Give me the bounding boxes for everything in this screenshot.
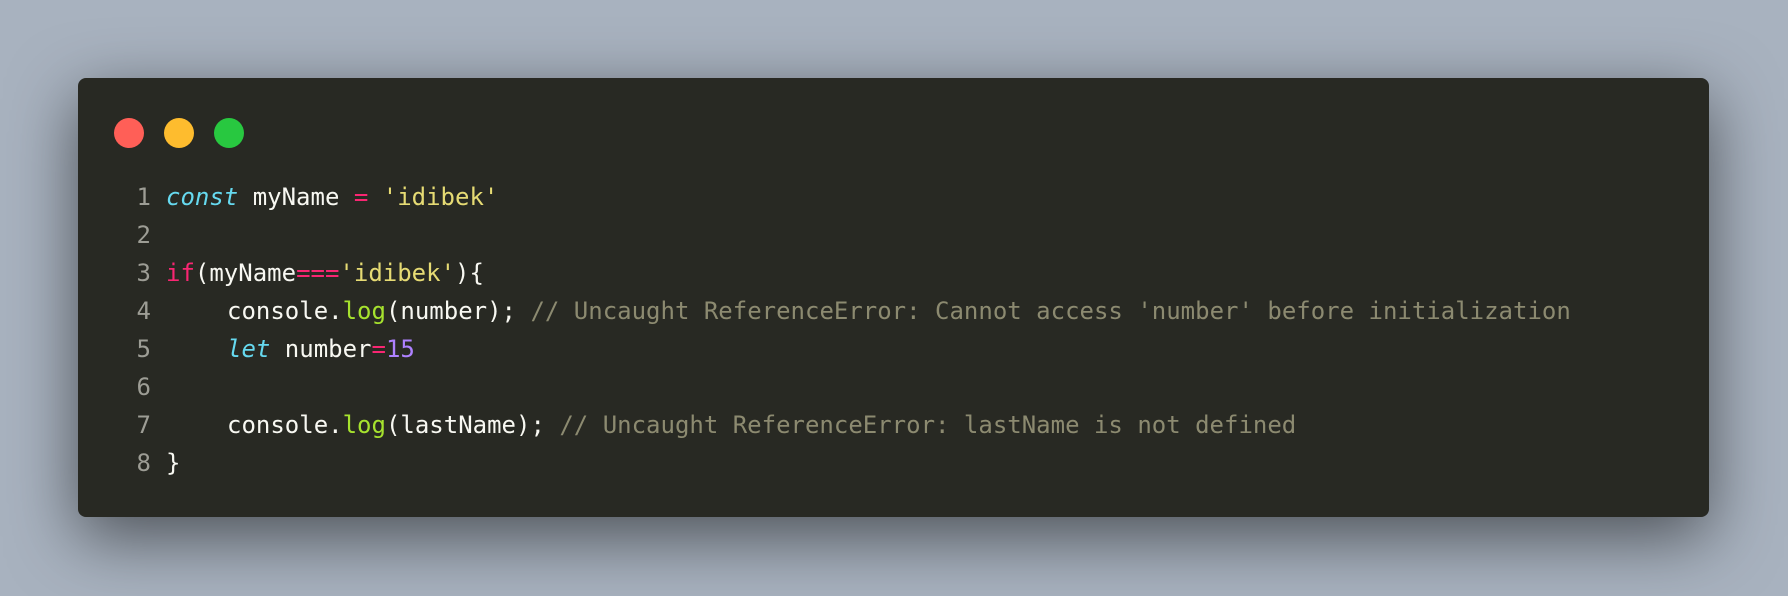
line-number: 2 <box>136 221 151 249</box>
line-number: 4 <box>136 297 151 325</box>
code-line: 3 if(myName==='idibek'){ <box>78 254 1709 292</box>
code-token-string: 'idibek' <box>339 259 456 287</box>
code-text: console.log(number); // Uncaught Referen… <box>166 292 1571 330</box>
code-line: 8} <box>78 444 1709 482</box>
code-text: console.log(lastName); // Uncaught Refer… <box>166 406 1296 444</box>
line-number: 7 <box>136 411 151 439</box>
code-text: const myName = 'idibek' <box>166 178 498 216</box>
code-token-operator: = <box>371 335 386 363</box>
code-token-plain: (number); <box>385 297 531 325</box>
code-line: 5 let number=15 <box>78 330 1709 368</box>
window-controls <box>114 118 244 148</box>
code-text: let number=15 <box>166 330 415 368</box>
close-dot-icon[interactable] <box>114 118 144 148</box>
code-token-operator: = <box>353 183 369 211</box>
code-block: 1 const myName = 'idibek' 2 3 if(myName==='i… <box>78 178 1709 482</box>
maximize-dot-icon[interactable] <box>214 118 244 148</box>
minimize-dot-icon[interactable] <box>164 118 194 148</box>
code-token-function: log <box>342 297 386 325</box>
line-number: 1 <box>136 183 151 211</box>
code-line: 6 <box>78 368 1709 406</box>
line-number: 6 <box>136 373 151 401</box>
code-token-storage: let <box>227 335 271 363</box>
code-token-storage: const <box>166 183 239 211</box>
code-token-plain: console. <box>227 297 343 325</box>
line-number: 5 <box>136 335 151 363</box>
code-window: 1 const myName = 'idibek' 2 3 if(myName==='i… <box>78 78 1709 517</box>
code-text: } <box>166 444 180 482</box>
code-token-function: log <box>342 411 386 439</box>
code-token-number: 15 <box>385 335 415 363</box>
code-token-plain: number <box>270 335 372 363</box>
line-number: 3 <box>136 259 151 287</box>
code-line: 4 console.log(number); // Uncaught Refere… <box>78 292 1709 330</box>
code-line: 2 <box>78 216 1709 254</box>
code-token-plain: ){ <box>455 259 484 287</box>
code-token-plain: (lastName); <box>385 411 560 439</box>
code-token-plain: myName <box>238 183 354 211</box>
code-text: if(myName==='idibek'){ <box>166 254 484 292</box>
line-number: 8 <box>136 449 151 477</box>
code-token-comment: // Uncaught ReferenceError: lastName is … <box>559 411 1297 439</box>
code-line: 7 console.log(lastName); // Uncaught Refe… <box>78 406 1709 444</box>
code-line: 1 const myName = 'idibek' <box>78 178 1709 216</box>
code-token-keyword: if <box>166 259 195 287</box>
code-token-plain: console. <box>227 411 343 439</box>
code-token-comment: // Uncaught ReferenceError: Cannot acces… <box>530 297 1571 325</box>
code-token-operator: === <box>296 259 340 287</box>
code-token-plain: } <box>166 449 181 477</box>
code-token-plain: (myName <box>194 259 297 287</box>
code-token-string: 'idibek' <box>382 183 499 211</box>
